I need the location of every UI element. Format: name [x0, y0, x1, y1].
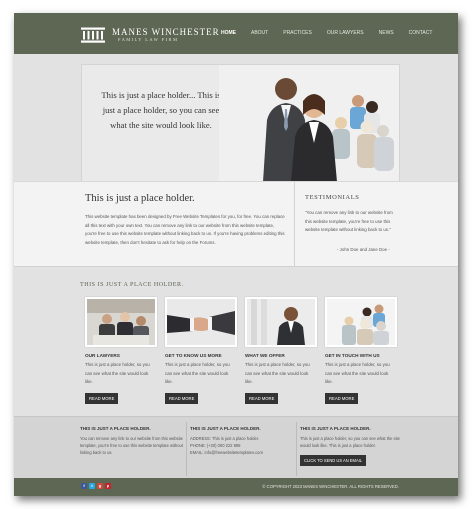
footer-col-text: This is just a place holder, so you can … [300, 436, 400, 448]
footer-col-title: THIS IS JUST A PLACE HOLDER. [80, 426, 151, 431]
footer-col-contact: THIS IS JUST A PLACE HOLDER. ADDRESS: Th… [190, 426, 293, 456]
card-title: OUR LAWYERS [85, 353, 120, 358]
page: MANES WINCHESTER FAMILY LAW FIRM HOME AB… [14, 13, 458, 496]
social-links: f t g p [81, 483, 111, 489]
footer-divider [186, 422, 187, 476]
card-text: This is just a place holder, so you can … [325, 362, 390, 384]
service-card-get-to-know-us: GET TO KNOW US MORE This is just a place… [165, 297, 237, 405]
footer-email[interactable]: EMAIL: info@freewebsitetemplates.com [190, 449, 293, 456]
testimonials-title: TESTIMONIALS [305, 194, 360, 201]
read-more-button[interactable]: READ MORE [245, 392, 279, 404]
intro-title: This is just a place holder. [85, 193, 195, 204]
card-photo-handshake[interactable] [165, 297, 237, 347]
read-more-button[interactable]: READ MORE [325, 392, 359, 404]
copyright-text: © COPYRIGHT 2023 MANES WINCHESTER. ALL R… [262, 484, 399, 489]
read-more-button[interactable]: READ MORE [85, 392, 119, 404]
card-photo-lawyer[interactable] [245, 297, 317, 347]
main-nav: HOME ABOUT PRACTICES OUR LAWYERS NEWS CO… [221, 30, 447, 36]
card-text: This is just a place holder, so you can … [245, 362, 310, 384]
footer-phone: PHONE: (+20) 000 222 999 [190, 443, 241, 448]
footer-contact-lines: ADDRESS: This is just a place holder. PH… [190, 435, 293, 456]
facebook-icon[interactable]: f [81, 483, 87, 489]
send-email-button[interactable]: CLICK TO SEND US AN EMAIL [300, 455, 367, 466]
intro-body: This website template has been designed … [85, 214, 285, 245]
card-text: This is just a place holder, so you can … [165, 362, 230, 384]
card-photo-family[interactable] [325, 297, 397, 347]
service-card-get-in-touch: GET IN TOUCH WITH US This is just a plac… [325, 297, 397, 405]
intro-section: This is just a place holder. This websit… [14, 181, 458, 267]
footer-info: THIS IS JUST A PLACE HOLDER. You can rem… [14, 416, 458, 479]
brand-tagline: FAMILY LAW FIRM [118, 37, 179, 42]
card-photo-meeting[interactable] [85, 297, 157, 347]
testimonial-author: - John Doe and Jane Doe - [337, 247, 390, 252]
services-title: THIS IS JUST A PLACE HOLDER. [80, 282, 184, 288]
nav-item-practices[interactable]: PRACTICES [283, 30, 312, 36]
bottom-bar: f t g p © COPYRIGHT 2023 MANES WINCHESTE… [14, 478, 458, 496]
read-more-button[interactable]: READ MORE [165, 392, 199, 404]
service-card-our-lawyers: OUR LAWYERS This is just a place holder,… [85, 297, 157, 405]
card-title: GET TO KNOW US MORE [165, 353, 222, 358]
service-card-what-we-offer: WHAT WE OFFER This is just a place holde… [245, 297, 317, 405]
footer-col-title: THIS IS JUST A PLACE HOLDER. [300, 426, 371, 431]
googleplus-icon[interactable]: g [97, 483, 103, 489]
footer-divider [296, 422, 297, 476]
hero-banner: This is just a place holder... This is j… [81, 64, 400, 183]
card-title: WHAT WE OFFER [245, 353, 285, 358]
hero-text: This is just a place holder... This is j… [101, 90, 221, 130]
card-text: This is just a place holder, so you can … [85, 362, 150, 384]
nav-item-contact[interactable]: CONTACT [409, 30, 433, 36]
footer-col-text: You can remove any link to our website f… [80, 436, 183, 455]
testimonial-quote: "You can remove any link to our website … [305, 210, 393, 232]
columns-logo-icon[interactable] [80, 27, 106, 43]
footer-col-email: THIS IS JUST A PLACE HOLDER. This is jus… [300, 426, 403, 467]
header: MANES WINCHESTER FAMILY LAW FIRM HOME AB… [14, 13, 458, 54]
nav-item-our-lawyers[interactable]: OUR LAWYERS [327, 30, 364, 36]
footer-col-title: THIS IS JUST A PLACE HOLDER. [190, 426, 261, 431]
nav-item-home[interactable]: HOME [221, 30, 236, 36]
twitter-icon[interactable]: t [89, 483, 95, 489]
brand-name[interactable]: MANES WINCHESTER [112, 27, 220, 37]
footer-col-about: THIS IS JUST A PLACE HOLDER. You can rem… [80, 426, 183, 456]
hero-photo-lawyers-and-family [219, 65, 399, 182]
intro-divider [294, 182, 295, 266]
card-title: GET IN TOUCH WITH US [325, 353, 380, 358]
nav-item-about[interactable]: ABOUT [251, 30, 268, 36]
nav-item-news[interactable]: NEWS [379, 30, 394, 36]
pinterest-icon[interactable]: p [105, 483, 111, 489]
footer-address: ADDRESS: This is just a place holder. [190, 436, 260, 441]
